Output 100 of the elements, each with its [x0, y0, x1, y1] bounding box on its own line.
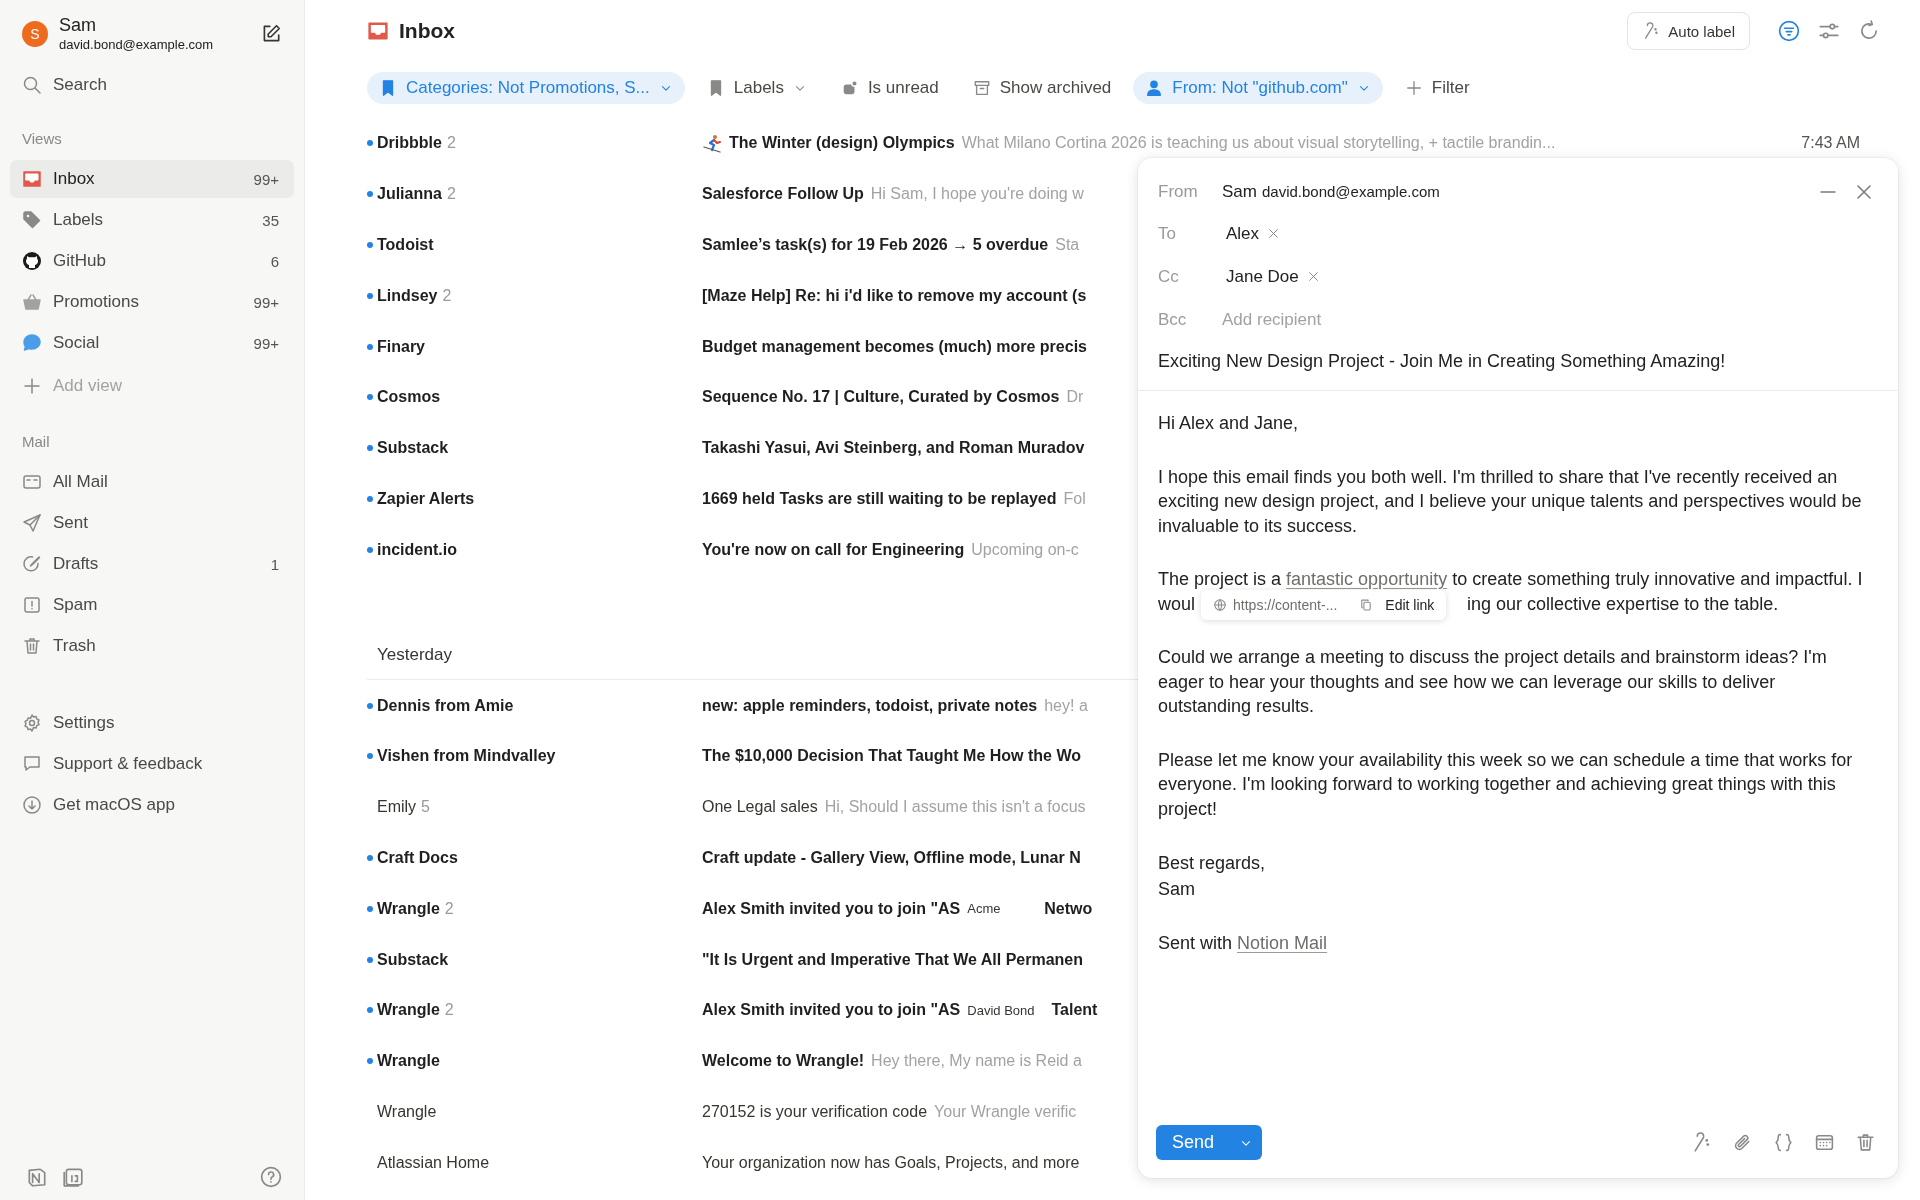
filter-chip[interactable]: Show archived: [960, 72, 1124, 104]
sidebar-link[interactable]: Settings: [10, 704, 294, 742]
email-subject: Your organization now has Goals, Projects, and more: [702, 1153, 1080, 1172]
plus-icon: [22, 376, 42, 396]
basket-icon: [22, 292, 42, 312]
recipient-chip[interactable]: Jane Doe: [1222, 266, 1324, 287]
send-options-button[interactable]: [1230, 1125, 1263, 1160]
close-icon[interactable]: [1267, 227, 1281, 240]
thread-count: 2: [444, 1001, 454, 1020]
unread-dot: [367, 394, 373, 401]
search-button[interactable]: Search: [10, 66, 294, 104]
tag-icon: [22, 210, 42, 230]
person-icon: [1145, 79, 1164, 97]
sidebar-item[interactable]: Inbox 99+: [10, 160, 294, 198]
email-subject: 270152 is your verification code: [702, 1102, 928, 1121]
wand-icon: [1642, 22, 1661, 40]
email-subject: Sequence No. 17 | Culture, Curated by Cosmos: [702, 388, 1060, 407]
cube-logo-icon[interactable]: [26, 1166, 48, 1188]
filter-list-icon[interactable]: [1778, 20, 1800, 42]
download-icon: [22, 795, 42, 815]
body-paragraph: I hope this email finds you both well. I'm thrilled to share that I've recently received an exciting new design project, and I believe your unique talents and perspectives would be invaluable to its success.: [1158, 465, 1863, 538]
mail-card-icon: [22, 472, 42, 492]
unread-dot: [367, 702, 373, 709]
thread-count: 5: [421, 798, 430, 817]
email-preview: hey! a: [1044, 696, 1088, 715]
body-link[interactable]: fantastic opportunity: [1286, 569, 1448, 589]
globe-icon: [1213, 597, 1228, 612]
filter-chip[interactable]: Is unread: [828, 72, 951, 104]
unread-dot: [367, 445, 373, 452]
sender-name: Finary: [377, 337, 425, 356]
unread-dot: [367, 854, 373, 861]
email-subject: The $10,000 Decision That Taught Me How the Wo: [702, 747, 1082, 766]
sidebar-item[interactable]: Sent: [10, 504, 294, 542]
filter-chip[interactable]: Labels: [694, 72, 819, 104]
pencil-circle-icon: [22, 554, 42, 574]
unread-dot: [367, 292, 373, 299]
archive-icon: [972, 79, 991, 97]
alert-square-icon: [22, 595, 42, 615]
recipient-chip[interactable]: Alex: [1222, 223, 1285, 244]
body-line: Sam: [1158, 878, 1196, 901]
sidebar-item[interactable]: Drafts 1: [10, 545, 294, 583]
trash-icon: [22, 636, 42, 656]
email-subject: Budget management becomes (much) more precis: [702, 337, 1087, 356]
signature-link[interactable]: Notion Mail: [1237, 933, 1328, 953]
sender-name: Wrangle: [377, 1001, 440, 1020]
account-email: david.bond@example.com: [59, 36, 215, 53]
email-preview: Hi, Should I assume this isn't a focus: [824, 798, 1086, 817]
unread-dot: [367, 140, 373, 147]
sidebar-item[interactable]: Spam: [10, 586, 294, 624]
workspace-tag: Acme: [967, 901, 1028, 917]
email-subject: Salesforce Follow Up: [702, 185, 864, 204]
trash-icon[interactable]: [1855, 1132, 1876, 1153]
calendar-grid-icon[interactable]: [1814, 1132, 1835, 1153]
add-filter-button[interactable]: Filter: [1392, 72, 1482, 104]
unread-dot: [367, 956, 373, 963]
sender-name: Wrangle: [377, 899, 440, 918]
unread-dot: [367, 191, 373, 198]
email-subject: 1669 held Tasks are still waiting to be replayed: [702, 489, 1057, 508]
braces-icon[interactable]: [1773, 1132, 1794, 1153]
sidebar-item[interactable]: GitHub 6: [10, 242, 294, 280]
unread-count: 99+: [253, 293, 279, 311]
close-icon[interactable]: [1854, 182, 1874, 202]
workspace-tag: David Bond: [967, 1002, 1035, 1018]
unread-dot: [367, 905, 373, 912]
email-row[interactable]: Wrangle Welcome to Wrangle! Hey there, My name is Reid a: [367, 1035, 1880, 1087]
sidebar-item[interactable]: Trash: [10, 627, 294, 665]
refresh-icon[interactable]: [1858, 20, 1880, 42]
thread-count: 2: [446, 134, 456, 153]
calendar-icon[interactable]: [62, 1166, 84, 1188]
unread-dot: [367, 343, 373, 350]
help-icon[interactable]: [260, 1166, 282, 1188]
sender-name: Craft Docs: [377, 848, 458, 867]
paper-plane-icon: [22, 513, 42, 533]
email-subject: Samlee’s task(s) for 19 Feb 2026 → 5 overdue: [702, 236, 1049, 254]
paperclip-icon[interactable]: [1732, 1132, 1753, 1153]
email-preview: Hi Sam, I hope you're doing w: [870, 185, 1084, 204]
unread-count: 6: [270, 252, 279, 270]
sender-name: Cosmos: [377, 388, 441, 407]
subject-field[interactable]: Exciting New Design Project - Join Me in Creating Something Amazing!: [1138, 341, 1898, 391]
sidebar-item[interactable]: All Mail: [10, 463, 294, 501]
email-subject: Craft update - Gallery View, Offline mode, Lunar N: [702, 848, 1081, 867]
email-subject: Talent: [1051, 1001, 1098, 1020]
sidebar-item[interactable]: Social 99+: [10, 324, 294, 362]
close-icon[interactable]: [1306, 270, 1320, 283]
sender-name: Zapier Alerts: [377, 489, 475, 508]
plus-icon: [1404, 79, 1423, 97]
sidebar-item[interactable]: Promotions 99+: [10, 283, 294, 321]
page-title: Inbox: [399, 19, 455, 43]
unread-dot: [367, 753, 373, 760]
email-preview: What Milano Cortina 2026 is teaching us about visual storytelling, + tactile brandin...: [961, 134, 1556, 153]
email-row[interactable]: Dribbble 2 The Winter (design) Olympics What Milano Cortina 2026 is teaching us about visual storytelling, + tactile brandin... 7:43 AM: [367, 118, 1880, 169]
sidebar-link[interactable]: Support & feedback: [10, 745, 294, 783]
sidebar-item[interactable]: Labels 35: [10, 201, 294, 239]
field-label: From: [1158, 182, 1199, 202]
send-button[interactable]: Send: [1156, 1125, 1231, 1160]
email-row[interactable]: Wrangle 2 Alex Smith invited you to join "AS David Bond Talent: [367, 984, 1880, 1036]
sidebar-link[interactable]: Get macOS app: [10, 786, 294, 824]
auto-label-button[interactable]: Auto label: [1627, 12, 1750, 50]
sender-name: Substack: [377, 950, 449, 969]
skier-icon: [702, 133, 722, 154]
